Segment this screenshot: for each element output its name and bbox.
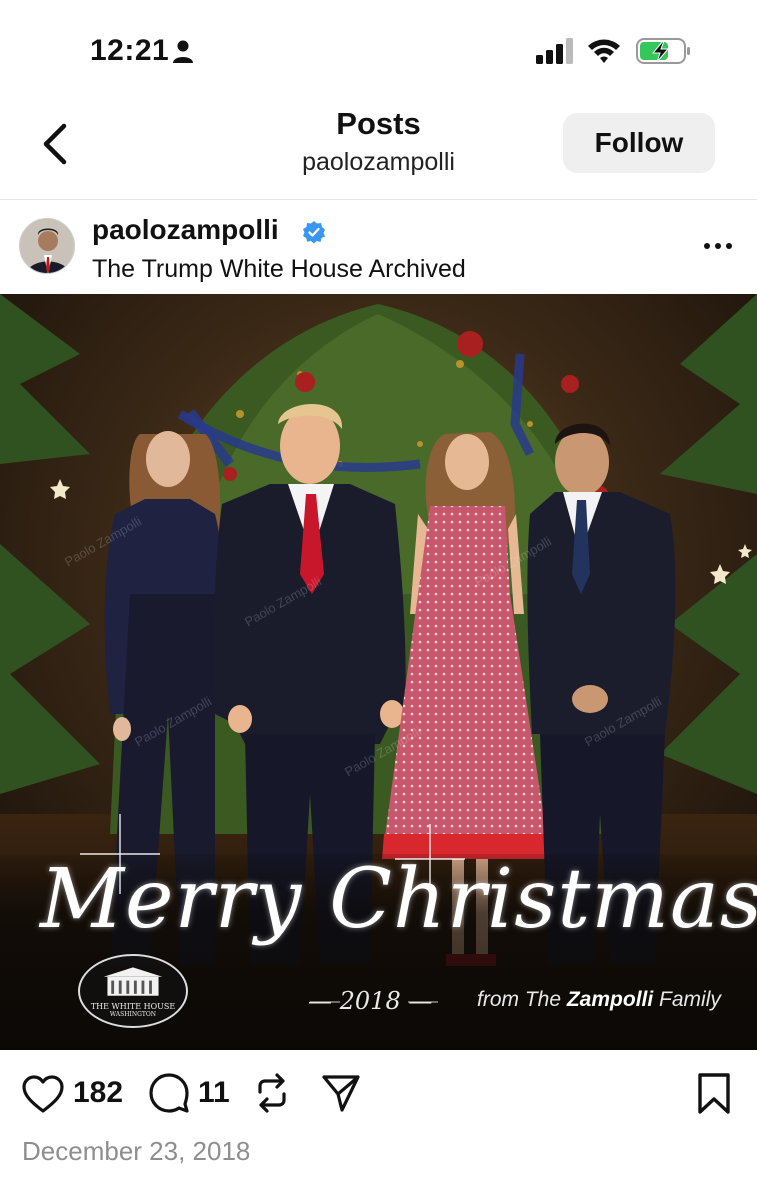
post-header: paolozampolli The Trump White House Arch… xyxy=(0,200,757,294)
like-count[interactable]: 182 xyxy=(73,1076,123,1110)
from-suffix: Family xyxy=(653,988,721,1011)
comment-icon[interactable] xyxy=(148,1072,190,1114)
share-icon[interactable] xyxy=(320,1072,362,1114)
from-name: Zampolli xyxy=(566,988,654,1011)
verified-badge-icon xyxy=(303,221,325,244)
post-date: December 23, 2018 xyxy=(22,1136,251,1166)
bookmark-icon[interactable] xyxy=(696,1072,732,1116)
post-location[interactable]: The Trump White House Archived xyxy=(92,255,466,284)
post-image[interactable]: Paolo Zampolli Paolo Zampolli Paolo Zamp… xyxy=(0,294,757,1050)
repost-icon[interactable] xyxy=(254,1072,290,1114)
from-text: from The Zampolli Family xyxy=(477,988,721,1012)
battery-charging-icon xyxy=(636,38,690,64)
comment-count[interactable]: 11 xyxy=(198,1076,230,1110)
posts-header: Posts paolozampolli Follow xyxy=(0,100,757,200)
follow-button[interactable]: Follow xyxy=(563,113,715,173)
signal-icon xyxy=(536,38,573,64)
post-actions: 182 11 xyxy=(0,1050,757,1140)
year-text: — 2018 — xyxy=(308,987,433,1015)
white-house-seal-text: THE WHITE HOUSE WASHINGTON xyxy=(84,1002,182,1018)
person-icon xyxy=(173,40,193,63)
greeting-text: Merry Christmas! xyxy=(40,852,757,947)
seal-title: THE WHITE HOUSE xyxy=(90,1002,176,1011)
ellipsis-icon[interactable] xyxy=(703,236,733,256)
wifi-icon xyxy=(588,39,620,63)
heart-icon[interactable] xyxy=(21,1074,65,1114)
from-prefix: from The xyxy=(477,988,567,1011)
status-time: 12:21 xyxy=(90,34,170,67)
avatar[interactable] xyxy=(19,218,75,274)
status-bar: 12:21 xyxy=(0,0,757,100)
seal-subtitle: WASHINGTON xyxy=(109,1011,157,1018)
post-username[interactable]: paolozampolli xyxy=(92,214,279,246)
